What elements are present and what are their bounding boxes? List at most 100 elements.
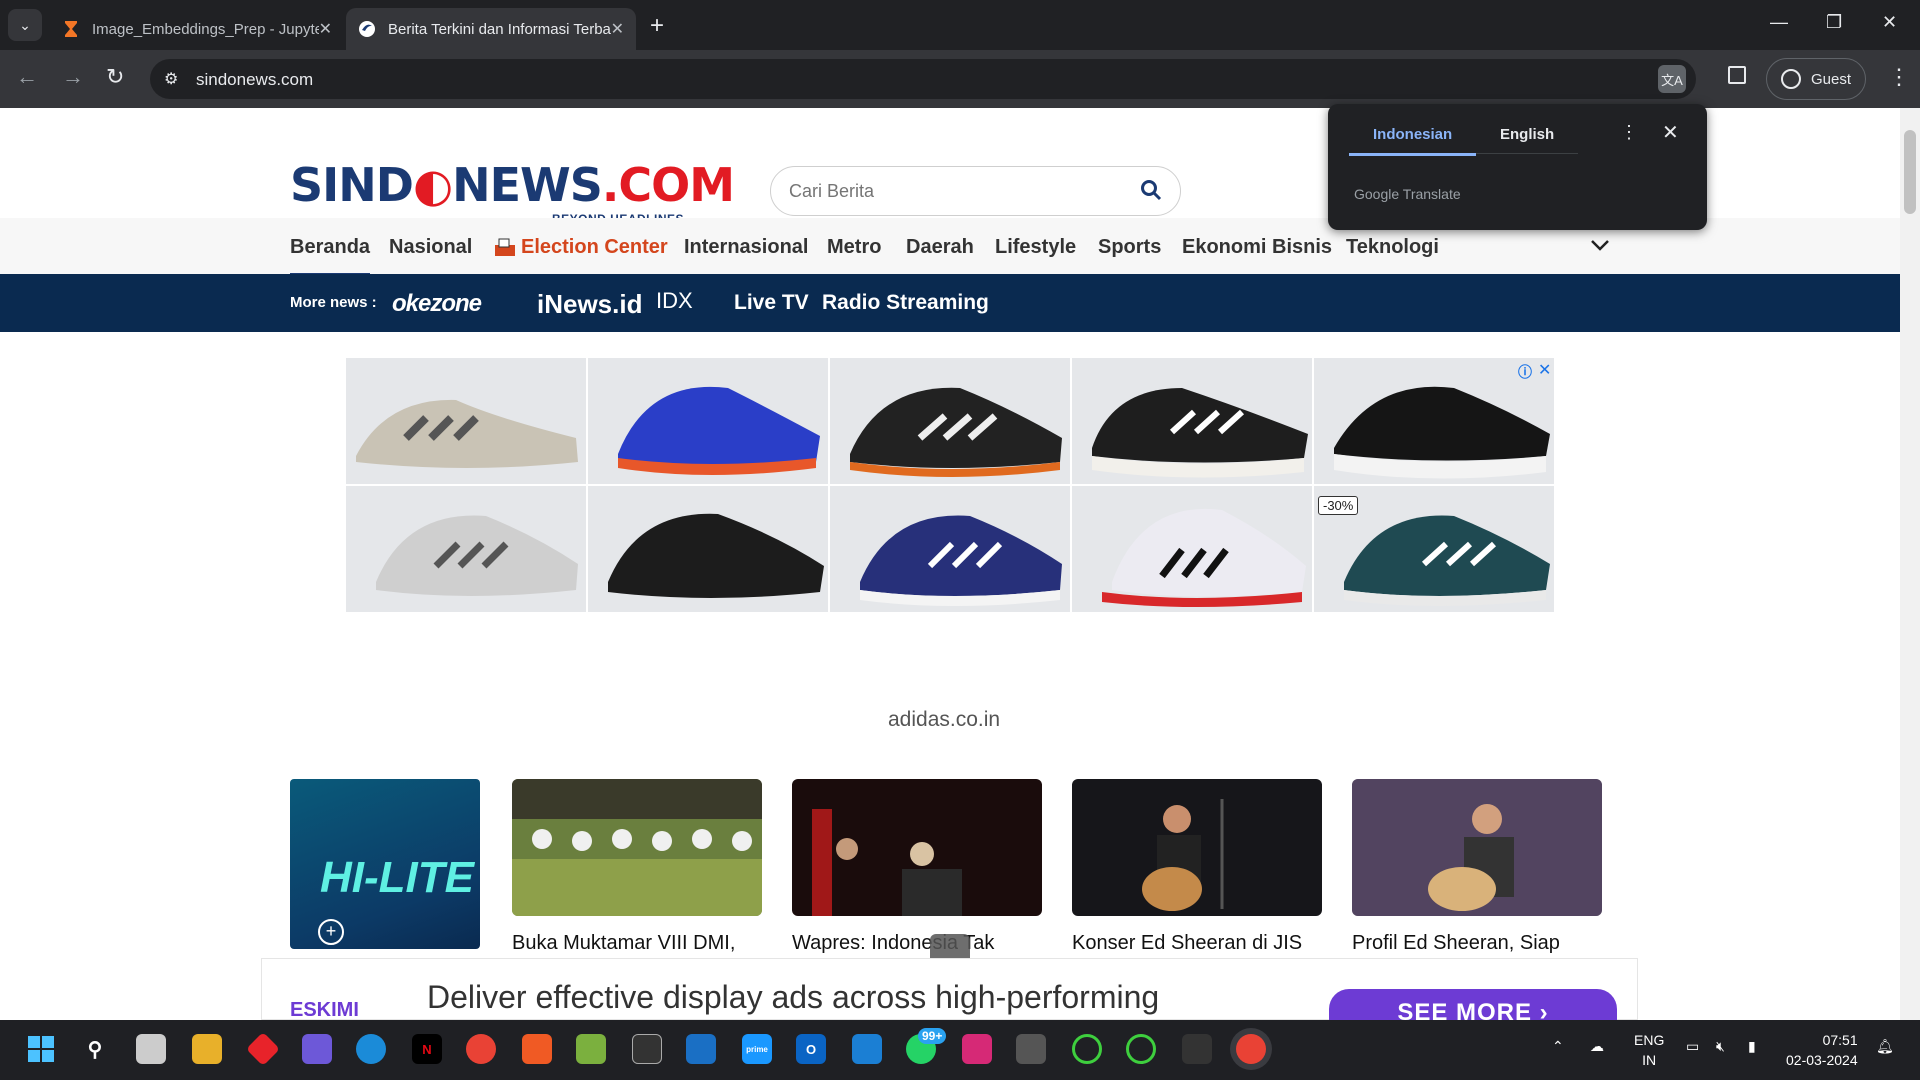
- prime-video-icon[interactable]: prime: [742, 1034, 772, 1064]
- news-card[interactable]: Wapres: Indonesia Tak: [792, 779, 1042, 955]
- tray-chevron-icon[interactable]: ⌃: [1552, 1038, 1564, 1055]
- nav-metro[interactable]: Metro: [827, 236, 881, 259]
- ad-shoe-image[interactable]: [346, 358, 586, 484]
- ad-info-icon[interactable]: ⓘ: [1518, 362, 1532, 382]
- inews-logo[interactable]: iNews.id: [537, 289, 642, 320]
- forward-icon[interactable]: →: [62, 64, 84, 90]
- plus-icon[interactable]: +: [318, 919, 344, 945]
- adidas-ad-banner[interactable]: -30%: [346, 358, 1554, 616]
- vscode-icon[interactable]: [852, 1034, 882, 1064]
- edge-icon[interactable]: [356, 1034, 386, 1064]
- nav-teknologi[interactable]: Teknologi: [1346, 236, 1439, 259]
- app-gray-icon[interactable]: [1016, 1034, 1046, 1064]
- terminal-icon[interactable]: [1182, 1034, 1212, 1064]
- site-logo[interactable]: SIND◐NEWS.COM BEYOND HEADLINES: [290, 158, 735, 226]
- chevron-down-icon[interactable]: [1589, 234, 1611, 256]
- radio-streaming-link[interactable]: Radio Streaming: [822, 291, 989, 315]
- battery-icon[interactable]: ▮: [1748, 1038, 1756, 1055]
- nav-election-center[interactable]: Election Center: [521, 236, 668, 259]
- clock[interactable]: 07:51 02-03-2024: [1786, 1030, 1858, 1070]
- okezone-logo[interactable]: okezone: [392, 290, 482, 318]
- ad-shoe-image[interactable]: [830, 486, 1070, 612]
- close-tab-icon[interactable]: ✕: [611, 19, 624, 39]
- lang-tab-source[interactable]: Indonesian: [1349, 120, 1477, 156]
- news-title[interactable]: Konser Ed Sheeran di JIS: [1072, 932, 1322, 955]
- news-card[interactable]: Buka Muktamar VIII DMI,: [512, 779, 762, 955]
- nav-internasional[interactable]: Internasional: [684, 236, 808, 259]
- scrollbar-thumb[interactable]: [1904, 130, 1916, 214]
- news-image[interactable]: [1072, 779, 1322, 916]
- see-more-button[interactable]: SEE MORE ›: [1329, 989, 1617, 1020]
- volume-muted-icon[interactable]: 🔇︎: [1716, 1038, 1725, 1055]
- app-ring-icon[interactable]: [1126, 1034, 1156, 1064]
- ad-shoe-image[interactable]: [830, 358, 1070, 484]
- translate-icon[interactable]: 文A: [1658, 65, 1686, 93]
- notification-bell-icon[interactable]: 🔔︎: [1876, 1038, 1894, 1055]
- news-image[interactable]: [792, 779, 1042, 916]
- ad-shoe-image[interactable]: [588, 358, 828, 484]
- ad-domain-link[interactable]: adidas.co.in: [888, 708, 1000, 732]
- address-bar[interactable]: ⚙ sindonews.com 文A: [150, 59, 1696, 99]
- news-title[interactable]: Buka Muktamar VIII DMI,: [512, 932, 762, 955]
- ad-shoe-image[interactable]: [1072, 486, 1312, 612]
- outlook-icon[interactable]: O: [796, 1034, 826, 1064]
- news-card[interactable]: Konser Ed Sheeran di JIS: [1072, 779, 1322, 955]
- language-indicator[interactable]: ENG IN: [1634, 1030, 1664, 1070]
- reload-icon[interactable]: ↻: [106, 64, 124, 90]
- live-tv-link[interactable]: Live TV: [734, 291, 809, 315]
- nav-lifestyle[interactable]: Lifestyle: [995, 236, 1076, 259]
- lang-tab-target[interactable]: English: [1476, 120, 1579, 154]
- app-blue-icon[interactable]: [686, 1034, 716, 1064]
- ad-shoe-image[interactable]: [588, 486, 828, 612]
- news-image[interactable]: [1352, 779, 1602, 916]
- nav-beranda[interactable]: Beranda: [290, 236, 371, 276]
- tab-jupyter[interactable]: Image_Embeddings_Prep - Jupyter ✕: [50, 8, 344, 50]
- ad-shoe-image[interactable]: [346, 486, 586, 612]
- terminal-icon[interactable]: [632, 1034, 662, 1064]
- ad-close-icon[interactable]: ✕: [1538, 360, 1551, 380]
- tab-sindonews[interactable]: Berita Terkini dan Informasi Terbaru ✕: [346, 8, 636, 50]
- news-image[interactable]: [512, 779, 762, 916]
- restore-icon[interactable]: ❐: [1826, 12, 1842, 33]
- url-text[interactable]: sindonews.com: [196, 70, 313, 90]
- onedrive-icon[interactable]: ☁: [1590, 1038, 1604, 1055]
- tab-search-button[interactable]: ⌄: [8, 9, 42, 41]
- browser-menu-icon[interactable]: ⋮: [1888, 64, 1910, 90]
- bottom-ad-banner[interactable]: ESKIMI Deliver effective display ads acr…: [261, 958, 1638, 1020]
- close-window-icon[interactable]: ✕: [1882, 12, 1897, 33]
- translate-options-icon[interactable]: ⋮: [1620, 122, 1638, 143]
- ad-shoe-image[interactable]: [1072, 358, 1312, 484]
- instagram-icon[interactable]: [962, 1034, 992, 1064]
- close-tab-icon[interactable]: ✕: [319, 19, 332, 39]
- new-tab-icon[interactable]: +: [650, 12, 664, 40]
- app-green-icon[interactable]: [576, 1034, 606, 1064]
- page-scrollbar[interactable]: [1900, 108, 1920, 1020]
- app-ring-icon[interactable]: [1072, 1034, 1102, 1064]
- search-icon[interactable]: [1140, 179, 1162, 201]
- back-icon[interactable]: ←: [16, 64, 38, 90]
- nav-nasional[interactable]: Nasional: [389, 236, 472, 259]
- idx-logo[interactable]: IDX: [656, 288, 693, 314]
- chrome-icon[interactable]: [466, 1034, 496, 1064]
- news-title[interactable]: Wapres: Indonesia Tak: [792, 932, 1042, 955]
- file-explorer-icon[interactable]: [192, 1034, 222, 1064]
- side-panel-icon[interactable]: [1728, 66, 1746, 84]
- minimize-icon[interactable]: —: [1770, 12, 1788, 33]
- news-card[interactable]: Profil Ed Sheeran, Siap: [1352, 779, 1602, 955]
- network-icon[interactable]: ▭: [1686, 1038, 1699, 1055]
- translate-close-icon[interactable]: ✕: [1662, 120, 1679, 145]
- search-icon[interactable]: ⚲: [80, 1034, 110, 1064]
- site-info-icon[interactable]: ⚙: [164, 69, 178, 89]
- search-input[interactable]: [789, 179, 1129, 203]
- hilite-card[interactable]: HI-LITE +: [290, 779, 480, 949]
- news-title[interactable]: Profil Ed Sheeran, Siap: [1352, 932, 1602, 955]
- nav-sports[interactable]: Sports: [1098, 236, 1161, 259]
- app-purple-icon[interactable]: [302, 1034, 332, 1064]
- netflix-icon[interactable]: N: [412, 1034, 442, 1064]
- nav-daerah[interactable]: Daerah: [906, 236, 974, 259]
- windows-start-icon[interactable]: [26, 1034, 56, 1064]
- app-red-icon[interactable]: [246, 1032, 280, 1066]
- nav-ekonomi-bisnis[interactable]: Ekonomi Bisnis: [1182, 236, 1332, 259]
- chrome-active-icon[interactable]: [1236, 1034, 1266, 1064]
- brave-icon[interactable]: [522, 1034, 552, 1064]
